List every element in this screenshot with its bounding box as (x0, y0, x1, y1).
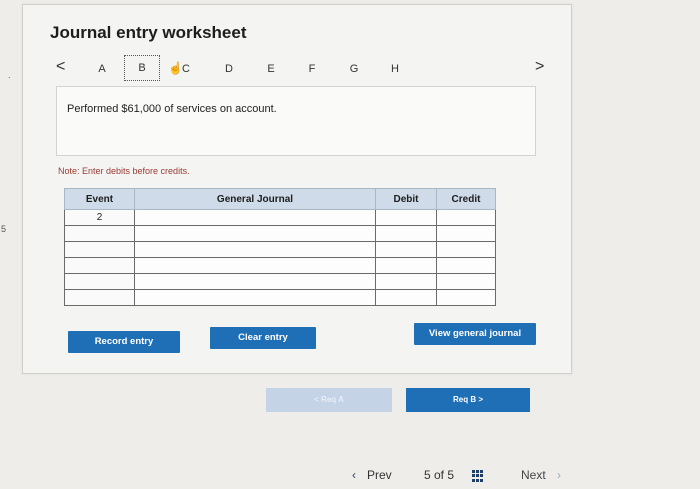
event-cell (64, 273, 135, 290)
clear-entry-button[interactable]: Clear entry (210, 327, 316, 349)
header-event: Event (64, 188, 135, 210)
grid-menu-icon[interactable] (472, 470, 484, 482)
record-entry-button[interactable]: Record entry (68, 331, 180, 353)
table-row: 2 (64, 209, 496, 226)
tab-a[interactable]: A (95, 63, 109, 75)
instruction-note: Note: Enter debits before credits. (58, 166, 190, 176)
journal-entry-table: Event General Journal Debit Credit 2 (64, 188, 496, 306)
page-title: Journal entry worksheet (50, 23, 247, 42)
prev-link[interactable]: Prev (367, 468, 392, 482)
table-row (64, 241, 496, 258)
account-select[interactable] (134, 289, 376, 306)
debit-input[interactable] (375, 257, 437, 274)
edge-mark: . (8, 70, 11, 80)
prev-chevron-icon[interactable]: ‹ (352, 468, 356, 482)
tab-g[interactable]: G (347, 63, 361, 75)
debit-input[interactable] (375, 209, 437, 226)
header-general-journal: General Journal (134, 188, 376, 210)
req-a-button[interactable]: < Req A (266, 388, 392, 412)
event-cell (64, 257, 135, 274)
header-credit: Credit (436, 188, 496, 210)
credit-input[interactable] (436, 273, 496, 290)
credit-input[interactable] (436, 257, 496, 274)
tab-d[interactable]: D (222, 63, 236, 75)
table-row (64, 257, 496, 274)
debit-input[interactable] (375, 241, 437, 258)
next-link[interactable]: Next (521, 468, 546, 482)
header-debit: Debit (375, 188, 437, 210)
account-select[interactable] (134, 257, 376, 274)
question-text: Performed $61,000 of services on account… (67, 103, 277, 115)
event-cell (64, 289, 135, 306)
req-b-button[interactable]: Req B > (406, 388, 530, 412)
table-row (64, 225, 496, 242)
credit-input[interactable] (436, 225, 496, 242)
tabs-prev-arrow[interactable]: < (56, 58, 65, 76)
event-cell (64, 225, 135, 242)
event-cell (64, 241, 135, 258)
debit-input[interactable] (375, 225, 437, 242)
question-box: Performed $61,000 of services on account… (56, 86, 536, 156)
table-row (64, 289, 496, 306)
table-row (64, 273, 496, 290)
view-general-journal-button[interactable]: View general journal (414, 323, 536, 345)
tab-b[interactable]: B (124, 55, 160, 81)
pointer-hand-icon: ☝ (168, 61, 183, 75)
page-indicator: 5 of 5 (424, 468, 455, 482)
account-select[interactable] (134, 241, 376, 258)
tab-bar: < A B C D E F G H > (48, 55, 558, 83)
tab-h[interactable]: H (388, 63, 402, 75)
next-chevron-icon[interactable]: › (557, 468, 561, 482)
edge-mark: 5 (1, 224, 7, 234)
credit-input[interactable] (436, 209, 496, 226)
account-select[interactable] (134, 273, 376, 290)
debit-input[interactable] (375, 273, 437, 290)
tab-f[interactable]: F (305, 63, 319, 75)
account-select[interactable] (134, 209, 376, 226)
tab-e[interactable]: E (264, 63, 278, 75)
tabs-next-arrow[interactable]: > (535, 58, 544, 76)
account-select[interactable] (134, 225, 376, 242)
credit-input[interactable] (436, 289, 496, 306)
debit-input[interactable] (375, 289, 437, 306)
event-cell: 2 (64, 209, 135, 226)
credit-input[interactable] (436, 241, 496, 258)
